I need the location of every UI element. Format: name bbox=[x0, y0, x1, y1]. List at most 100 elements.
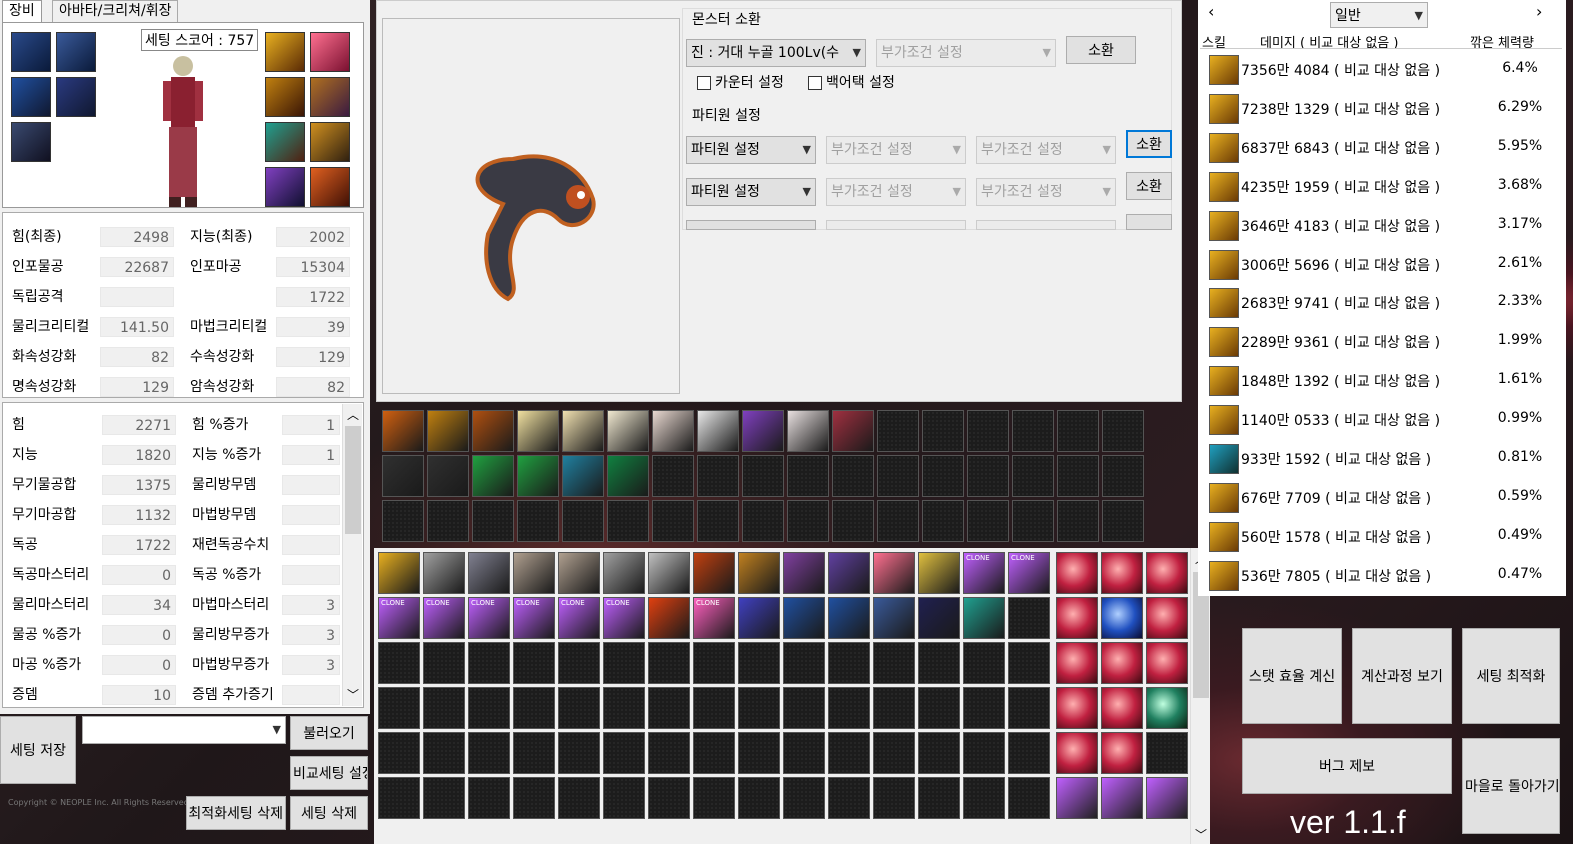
orb-slot[interactable] bbox=[1101, 597, 1143, 639]
inventory-slot[interactable] bbox=[648, 687, 690, 729]
inventory-slot[interactable] bbox=[423, 777, 465, 819]
skill-slot[interactable] bbox=[382, 455, 424, 497]
orb-slot[interactable] bbox=[1101, 777, 1143, 819]
skill-slot[interactable] bbox=[877, 455, 919, 497]
orb-slot[interactable] bbox=[1146, 597, 1188, 639]
skill-slot[interactable] bbox=[1012, 500, 1054, 542]
inventory-slot[interactable] bbox=[1008, 732, 1050, 774]
skill-slot[interactable] bbox=[967, 455, 1009, 497]
skill-slot[interactable] bbox=[697, 500, 739, 542]
inventory-slot[interactable] bbox=[738, 732, 780, 774]
inventory-slot[interactable]: CLONE bbox=[423, 597, 465, 639]
inventory-slot[interactable]: CLONE bbox=[693, 597, 735, 639]
skill-slot[interactable] bbox=[517, 455, 559, 497]
inventory-slot[interactable] bbox=[1008, 597, 1050, 639]
skill-slot[interactable] bbox=[382, 500, 424, 542]
inventory-slot[interactable] bbox=[828, 642, 870, 684]
inventory-slot[interactable] bbox=[783, 732, 825, 774]
inventory-slot[interactable] bbox=[918, 552, 960, 594]
delete-setting-button[interactable]: 세팅 삭제 bbox=[290, 796, 368, 830]
inventory-slot[interactable] bbox=[828, 552, 870, 594]
inventory-slot[interactable] bbox=[918, 597, 960, 639]
calc-process-button[interactable]: 계산과정 보기 bbox=[1352, 628, 1452, 724]
inventory-slot[interactable] bbox=[873, 777, 915, 819]
skill-slot[interactable] bbox=[742, 455, 784, 497]
inventory-slot[interactable] bbox=[738, 642, 780, 684]
inventory-slot[interactable] bbox=[873, 642, 915, 684]
inventory-slot[interactable] bbox=[738, 597, 780, 639]
inventory-slot[interactable] bbox=[648, 642, 690, 684]
party-cond-select[interactable]: 부가조건 설정 ▼ bbox=[976, 136, 1116, 164]
orb-slot[interactable] bbox=[1056, 552, 1098, 594]
orb-slot[interactable] bbox=[1101, 552, 1143, 594]
inventory-slot[interactable] bbox=[783, 642, 825, 684]
skill-slot[interactable] bbox=[787, 410, 829, 452]
scroll-down-icon[interactable]: ﹀ bbox=[347, 686, 359, 703]
skill-slot[interactable] bbox=[472, 500, 514, 542]
party-member-select[interactable]: 파티원 설정 ▼ bbox=[686, 178, 816, 206]
skill-slot[interactable] bbox=[607, 410, 649, 452]
backattack-checkbox[interactable]: 백어택 설정 bbox=[808, 72, 895, 92]
skill-slot[interactable] bbox=[787, 455, 829, 497]
skill-slot[interactable] bbox=[832, 455, 874, 497]
equip-slot-weapon-icon[interactable] bbox=[11, 32, 51, 72]
load-button[interactable]: 불러오기 bbox=[290, 716, 368, 750]
inventory-slot[interactable] bbox=[558, 687, 600, 729]
next-arrow-icon[interactable]: › bbox=[1536, 2, 1542, 21]
skill-slot[interactable] bbox=[787, 500, 829, 542]
inventory-slot[interactable] bbox=[558, 552, 600, 594]
inventory-slot[interactable] bbox=[378, 552, 420, 594]
orb-slot[interactable] bbox=[1146, 732, 1188, 774]
scroll-up-icon[interactable]: ︿ bbox=[347, 406, 359, 423]
inventory-slot[interactable] bbox=[558, 642, 600, 684]
inventory-slot[interactable] bbox=[603, 777, 645, 819]
orb-slot[interactable] bbox=[1146, 777, 1188, 819]
inventory-slot[interactable] bbox=[468, 732, 510, 774]
inventory-slot[interactable] bbox=[693, 552, 735, 594]
equip-slot-head-icon[interactable] bbox=[56, 77, 96, 117]
inventory-slot[interactable] bbox=[693, 642, 735, 684]
equip-slot-bracelet-icon[interactable] bbox=[310, 77, 350, 117]
compare-setting-button[interactable]: 비교세팅 설정 bbox=[290, 756, 368, 790]
inventory-slot[interactable] bbox=[918, 777, 960, 819]
party-cond-select[interactable]: 부가조건 설정 ▼ bbox=[826, 178, 966, 206]
skill-slot[interactable] bbox=[877, 410, 919, 452]
equip-slot-heart-icon[interactable] bbox=[310, 32, 350, 72]
orb-slot[interactable] bbox=[1056, 687, 1098, 729]
skill-slot[interactable] bbox=[697, 455, 739, 497]
orb-slot[interactable] bbox=[1146, 687, 1188, 729]
stats-scrollbar[interactable]: ︿ ﹀ bbox=[342, 404, 362, 706]
skill-slot[interactable] bbox=[652, 500, 694, 542]
skill-slot[interactable] bbox=[562, 410, 604, 452]
inventory-slot[interactable] bbox=[603, 732, 645, 774]
inventory-slot[interactable] bbox=[873, 732, 915, 774]
inventory-slot[interactable] bbox=[378, 777, 420, 819]
inventory-slot[interactable] bbox=[648, 777, 690, 819]
skill-slot[interactable] bbox=[1057, 500, 1099, 542]
skill-slot[interactable] bbox=[1102, 410, 1144, 452]
inventory-slot[interactable] bbox=[783, 597, 825, 639]
orb-slot[interactable] bbox=[1056, 642, 1098, 684]
party-member-select[interactable] bbox=[686, 220, 816, 230]
inventory-slot[interactable] bbox=[648, 552, 690, 594]
scroll-down-icon[interactable]: ﹀ bbox=[1195, 826, 1207, 843]
party-summon-button[interactable] bbox=[1126, 214, 1172, 230]
inventory-slot[interactable] bbox=[468, 777, 510, 819]
inventory-slot[interactable] bbox=[513, 552, 555, 594]
party-cond-select[interactable] bbox=[976, 220, 1116, 230]
inventory-slot[interactable] bbox=[963, 732, 1005, 774]
inventory-slot[interactable] bbox=[963, 597, 1005, 639]
skill-slot[interactable] bbox=[967, 410, 1009, 452]
party-cond-select[interactable] bbox=[826, 220, 966, 230]
party-member-select[interactable]: 파티원 설정 ▼ bbox=[686, 136, 816, 164]
inventory-slot[interactable] bbox=[423, 687, 465, 729]
inventory-slot[interactable] bbox=[378, 642, 420, 684]
skill-slot[interactable] bbox=[472, 410, 514, 452]
equip-slot-earring-icon[interactable] bbox=[310, 167, 350, 207]
skill-slot[interactable] bbox=[562, 500, 604, 542]
inventory-slot[interactable]: CLONE bbox=[1008, 552, 1050, 594]
inventory-slot[interactable] bbox=[603, 642, 645, 684]
skill-slot[interactable] bbox=[742, 410, 784, 452]
inventory-slot[interactable]: CLONE bbox=[378, 597, 420, 639]
skill-slot[interactable] bbox=[517, 500, 559, 542]
